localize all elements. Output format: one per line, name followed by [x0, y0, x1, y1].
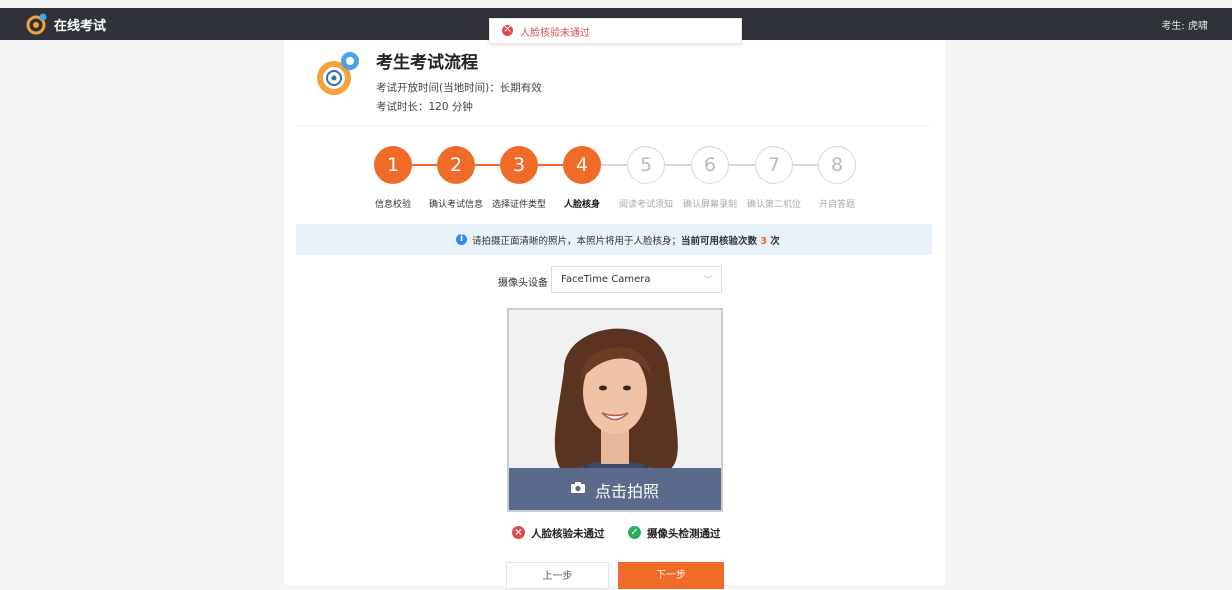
camera-device-value: FaceTime Camera	[561, 274, 651, 285]
step-connector	[601, 164, 627, 166]
info-banner: i 请拍摄正面清晰的照片，本照片将用于人脸核身；当前可用核验次数 3 次	[296, 224, 932, 255]
camera-preview: 点击拍照	[507, 308, 723, 512]
step-1-label: 信息校验	[374, 200, 412, 210]
user-label: 考生: 虎啸	[1161, 21, 1208, 32]
banner-instruction: 请拍摄正面清晰的照片，本照片将用于人脸核身；	[472, 236, 682, 247]
step-connector	[412, 164, 438, 166]
error-icon: ×	[512, 526, 525, 539]
step-8-circle: 8	[818, 146, 856, 184]
step-connector	[665, 164, 691, 166]
step-7-circle: 7	[755, 146, 793, 184]
toast-message: 人脸核验未通过	[520, 28, 590, 39]
camera-icon	[571, 482, 585, 493]
step-2-label: 确认考试信息	[428, 200, 484, 210]
check-icon: ✓	[628, 526, 641, 539]
app-title: 在线考试	[54, 19, 107, 34]
step-connector	[792, 164, 818, 166]
take-photo-label: 点击拍照	[595, 482, 660, 501]
step-5-circle: 5	[627, 146, 665, 184]
app-logo-icon	[26, 13, 47, 35]
divider	[298, 125, 930, 126]
step-3-label: 选择证件类型	[491, 200, 547, 210]
error-icon	[502, 22, 513, 36]
banner-attempts-unit: 次	[766, 236, 780, 247]
exam-duration: 考试时长：120 分钟	[376, 101, 473, 113]
banner-text: 请拍摄正面清晰的照片，本照片将用于人脸核身；当前可用核验次数 3 次	[472, 233, 780, 247]
step-8-label: 开启答题	[818, 200, 856, 210]
step-5-label: 阅读考试须知	[618, 200, 674, 210]
step-7-label: 确认第二机位	[746, 200, 802, 210]
step-4-circle: 4	[563, 146, 601, 184]
banner-attempts-label: 当前可用核验次数	[681, 236, 761, 247]
main-card: 考生考试流程 考试开放时间(当地时间)：长期有效 考试时长：120 分钟 1 2…	[284, 40, 945, 589]
step-2-circle: 2	[437, 146, 475, 184]
step-connector	[474, 164, 501, 166]
camera-device-label: 摄像头设备	[498, 278, 548, 289]
camera-device-select[interactable]: FaceTime Camera ﹀	[551, 266, 722, 293]
take-photo-button[interactable]: 点击拍照	[509, 468, 721, 510]
page-title: 考生考试流程	[376, 53, 478, 73]
step-6-label: 确认屏幕录制	[682, 200, 738, 210]
step-4-label: 人脸核身	[563, 200, 601, 210]
info-icon: i	[456, 234, 467, 245]
camera-check-text: 摄像头检测通过	[647, 528, 721, 540]
step-3-circle: 3	[500, 146, 538, 184]
face-check-text: 人脸核验未通过	[531, 528, 605, 540]
chevron-down-icon: ﹀	[703, 276, 713, 286]
step-connector	[729, 164, 755, 166]
exam-open-time: 考试开放时间(当地时间)：长期有效	[376, 82, 542, 94]
step-1-circle: 1	[374, 146, 412, 184]
error-toast: 人脸核验未通过	[489, 18, 742, 44]
step-connector	[537, 164, 563, 166]
exam-gear-icon	[317, 52, 359, 95]
banner-attempts-count: 3	[760, 236, 767, 247]
step-6-circle: 6	[691, 146, 729, 184]
